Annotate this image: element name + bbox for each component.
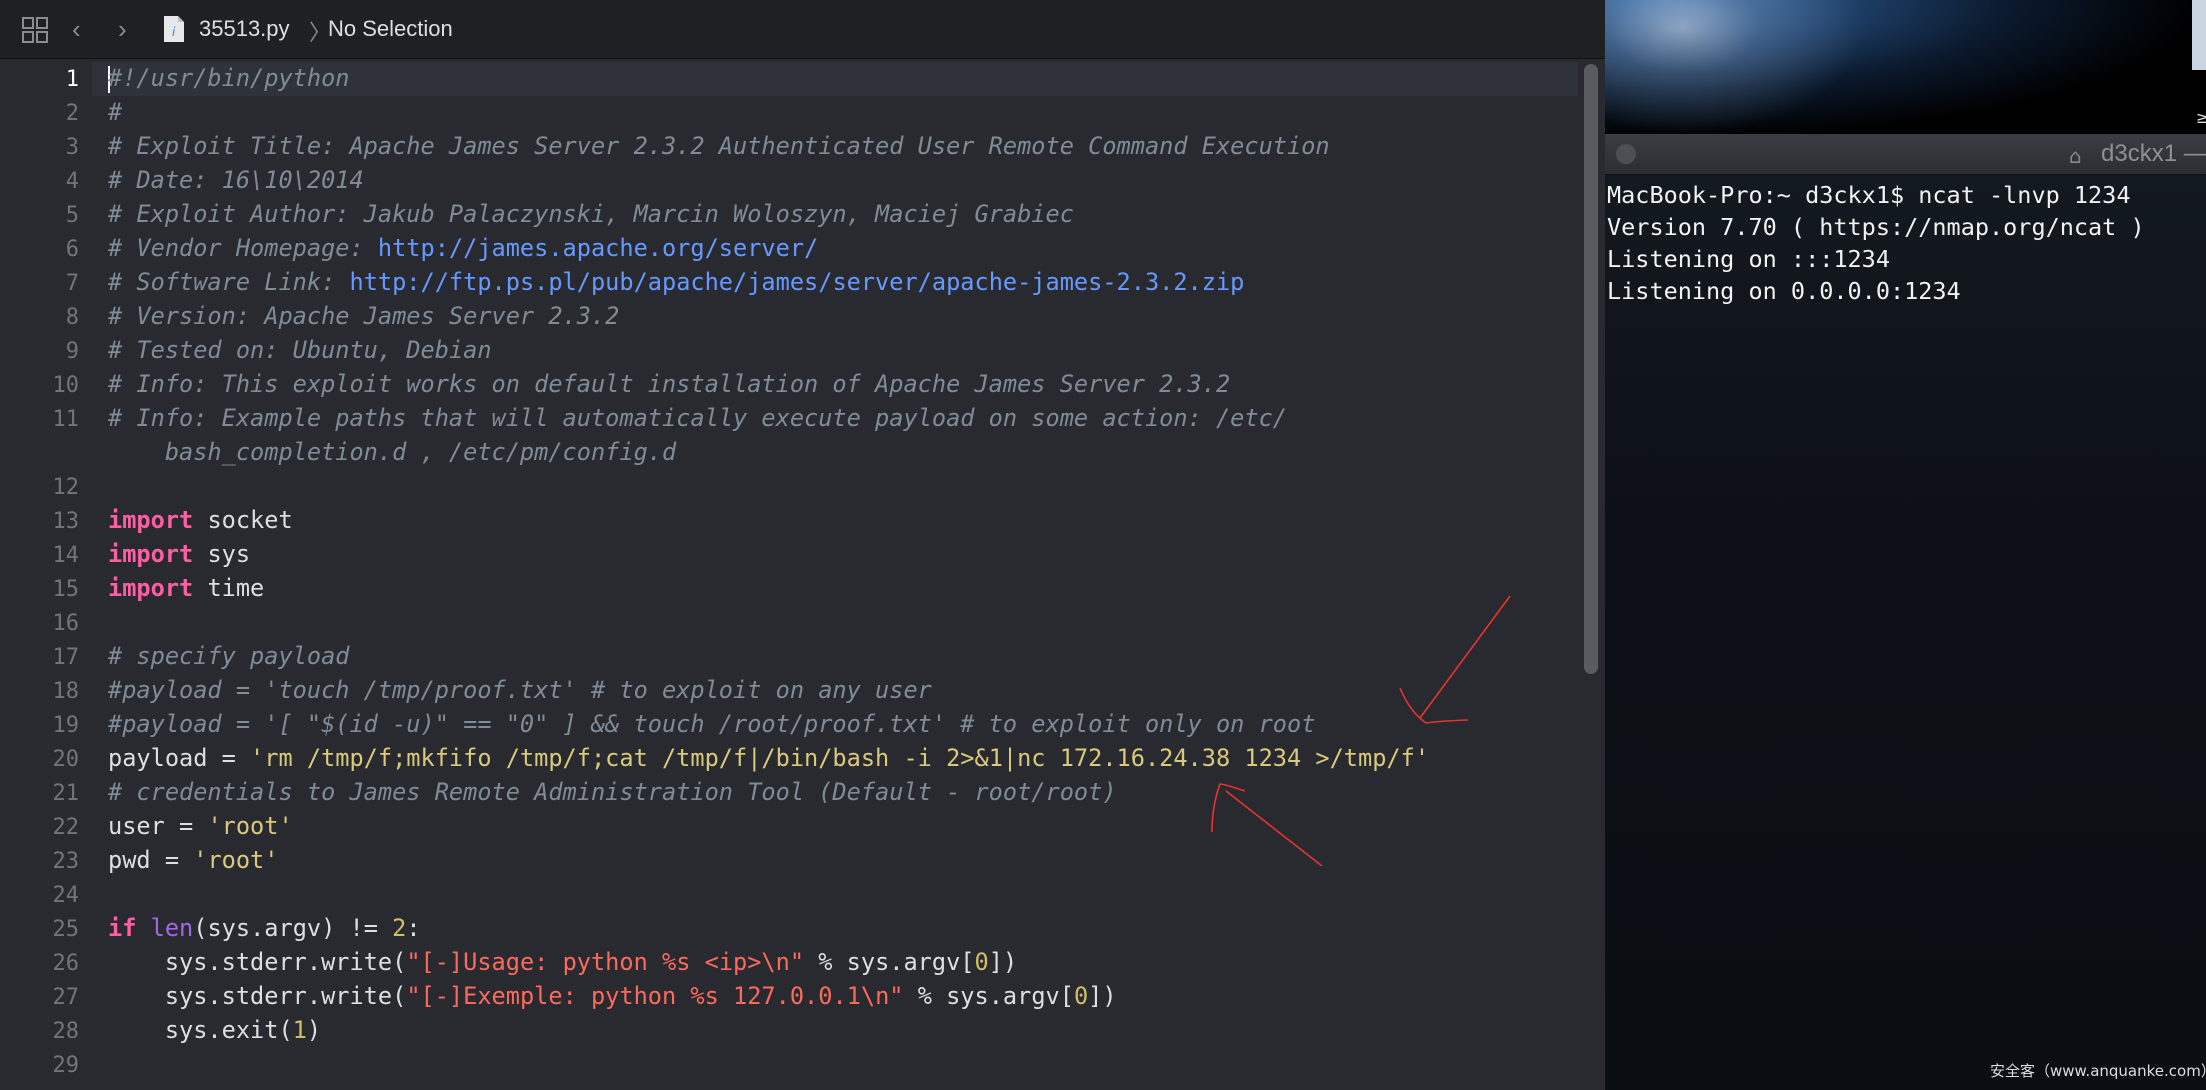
annotation-arrow-lower — [1211, 783, 1323, 867]
terminal-title: d3ckx1 — — [2101, 140, 2206, 167]
annotation-arrows — [1211, 595, 1511, 867]
code-editor[interactable]: ‹ › i 35513.py 〉 No Selection 1234567891… — [0, 0, 1605, 1090]
background-window-edge — [2192, 0, 2206, 70]
terminal-title-bar[interactable]: ⌂ d3ckx1 — — [1605, 134, 2206, 175]
terminal-window[interactable]: ⌂ d3ckx1 — MacBook-Pro:~ d3ckx1$ ncat -l… — [1605, 134, 2206, 1090]
terminal-line: Listening on :::1234 — [1607, 245, 1890, 273]
terminal-line: MacBook-Pro:~ d3ckx1$ ncat -lnvp 1234 — [1607, 181, 2131, 209]
background-window-glyph: ≥ — [2196, 108, 2206, 127]
window-close-button[interactable] — [1616, 144, 1636, 164]
wallpaper-clouds — [1605, 0, 1865, 135]
terminal-line: Version 7.70 ( https://nmap.org/ncat ) — [1607, 213, 2145, 241]
watermark: 安全客（www.anquanke.com） — [1990, 1062, 2206, 1080]
home-folder-icon: ⌂ — [2069, 144, 2082, 168]
terminal-line: Listening on 0.0.0.0:1234 — [1607, 277, 1961, 305]
annotation-arrow-upper — [1399, 595, 1511, 724]
